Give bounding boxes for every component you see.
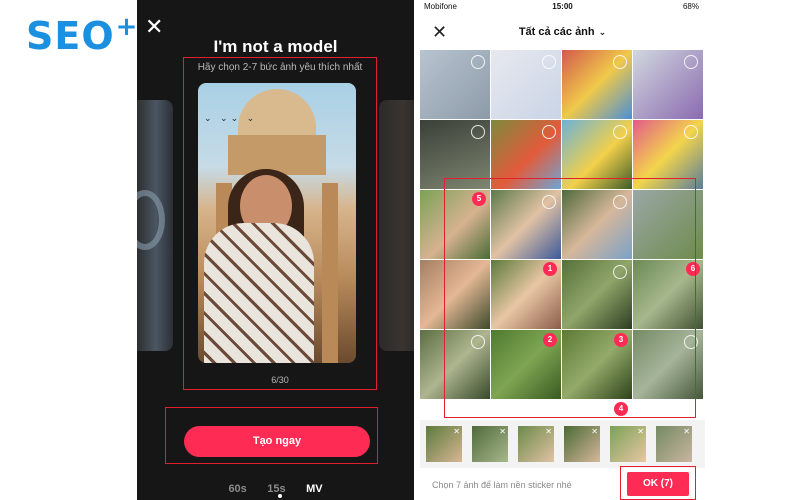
seo-logo: SEO+	[26, 12, 139, 58]
photo-cell[interactable]	[633, 50, 703, 119]
duration-tabs: 60s 15s MV	[137, 479, 414, 497]
remove-icon: ✕	[591, 427, 598, 436]
mv-template-screen: ✕ I'm not a model Hãy chọn 2-7 bức ảnh y…	[137, 0, 414, 500]
next-template-card[interactable]	[379, 100, 414, 351]
photo-cell[interactable]	[562, 50, 632, 119]
remove-icon: ✕	[683, 427, 690, 436]
birds-decoration: ⌄ ⌄⌄ ⌄	[204, 113, 258, 123]
selected-thumb[interactable]: ✕	[426, 426, 462, 462]
battery-level: 68%	[682, 2, 699, 11]
template-title: I'm not a model	[213, 37, 338, 56]
highlight-box-selected	[444, 178, 696, 418]
status-bar: Mobifone 15:00 68%	[420, 0, 705, 14]
tab-15s[interactable]: 15s	[267, 483, 285, 495]
create-now-button[interactable]: Tạo ngay	[184, 426, 370, 457]
selected-thumbnails: ✕ ✕ ✕ ✕ ✕ ✕	[420, 420, 705, 468]
chevron-down-icon: ⌄	[598, 27, 607, 37]
selection-hint: Chọn 7 ảnh để làm nền sticker nhé	[432, 480, 572, 490]
template-hint: Hãy chọn 2-7 bức ảnh yêu thích nhất	[197, 62, 363, 73]
tab-mv[interactable]: MV	[306, 483, 323, 495]
selected-thumb[interactable]: ✕	[656, 426, 692, 462]
album-selector[interactable]: Tất cả các ảnh ⌄	[420, 26, 705, 38]
selected-thumb[interactable]: ✕	[472, 426, 508, 462]
photo-picker-screen: Mobifone 15:00 68% ✕ Tất cả các ảnh ⌄ 5 …	[420, 0, 705, 500]
clock: 15:00	[552, 2, 573, 11]
photo-cell[interactable]	[420, 50, 490, 119]
remove-icon: ✕	[545, 427, 552, 436]
template-counter: 6/30	[271, 375, 289, 385]
active-tab-indicator	[278, 494, 282, 498]
remove-icon: ✕	[453, 427, 460, 436]
prev-template-card[interactable]	[137, 100, 173, 351]
tab-60s[interactable]: 60s	[228, 483, 246, 495]
photo-cell[interactable]	[491, 50, 561, 119]
selected-thumb[interactable]: ✕	[610, 426, 646, 462]
ok-button[interactable]: OK (7)	[627, 472, 689, 496]
screenshot: SEO+ ✕ I'm not a model Hãy chọn 2-7 bức …	[0, 0, 800, 500]
selected-thumb[interactable]: ✕	[564, 426, 600, 462]
close-icon[interactable]: ✕	[145, 16, 163, 38]
remove-icon: ✕	[499, 427, 506, 436]
template-preview-image[interactable]: ⌄ ⌄⌄ ⌄	[198, 83, 356, 363]
selected-thumb[interactable]: ✕	[518, 426, 554, 462]
remove-icon: ✕	[637, 427, 644, 436]
